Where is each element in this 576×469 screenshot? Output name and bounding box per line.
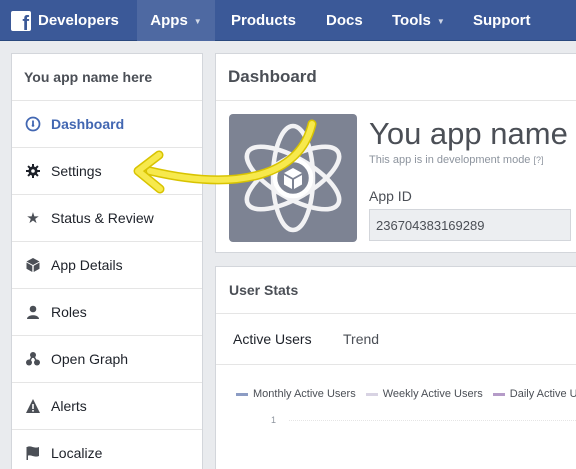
dashboard-panel: Dashboard You app name This app is in de… [215,53,576,253]
nav-support-link[interactable]: Support [473,0,531,41]
chart-gridline [289,420,576,421]
sidebar-item-label: Dashboard [51,116,125,132]
development-mode-notice: This app is in development mode [?] [369,154,544,166]
legend-label: Monthly Active Users [253,388,356,400]
chevron-down-icon: ▼ [193,17,202,26]
nav-products-link[interactable]: Products [231,0,296,41]
nav-products-label: Products [231,12,297,29]
sidebar-item-open-graph[interactable]: Open Graph [12,336,202,383]
dashboard-gauge-icon [24,115,42,133]
app-title: You app name [369,116,568,151]
cube-icon [24,256,42,274]
warning-icon [24,397,42,415]
sidebar-item-roles[interactable]: Roles [12,289,202,336]
gear-icon [24,162,42,180]
help-link[interactable]: [?] [534,155,544,165]
sidebar-app-name: You app name here [12,54,202,101]
user-stats-heading: User Stats [216,267,576,314]
legend-label: Weekly Active Users [382,388,483,400]
user-stats-panel: User Stats Active Users Trend Monthly Ac… [215,266,576,469]
sidebar-item-label: Localize [51,445,103,461]
sidebar-item-label: Open Graph [51,351,129,367]
tab-trend[interactable]: Trend [343,331,379,347]
legend-item-monthly[interactable]: Monthly Active Users [236,388,356,400]
nav-apps-menu[interactable]: Apps ▼ [137,0,215,41]
tab-active-users[interactable]: Active Users [233,331,312,347]
sidebar-item-label: Roles [51,304,87,320]
legend-item-weekly[interactable]: Weekly Active Users [365,388,483,400]
dashboard-heading: Dashboard [216,54,576,101]
app-icon-image [229,114,357,242]
legend-swatch [365,392,378,396]
nav-docs-label: Docs [326,12,363,29]
dev-mode-text: This app is in development mode [369,154,531,166]
star-icon: ★ [26,210,40,227]
legend-label: Daily Active Us [509,388,576,400]
sidebar-item-settings[interactable]: Settings [12,148,202,195]
sidebar-item-alerts[interactable]: Alerts [12,383,202,430]
sidebar-item-localize[interactable]: Localize [12,430,202,469]
sidebar-item-label: Status & Review [51,210,154,226]
graph-nodes-icon [24,350,42,368]
chevron-down-icon: ▼ [436,17,445,26]
nav-tools-menu[interactable]: Tools ▼ [392,0,445,41]
app-id-field[interactable]: 236704383169289 [369,209,571,241]
legend-item-daily[interactable]: Daily Active Us [492,388,576,400]
app-id-label: App ID [369,188,412,204]
sidebar-item-label: Alerts [51,398,87,414]
nav-docs-link[interactable]: Docs [326,0,363,41]
sidebar-item-app-details[interactable]: App Details [12,242,202,289]
chart-legend: Monthly Active Users Weekly Active Users… [236,388,576,400]
app-sidebar: You app name here Dashboard Settings ★ S… [11,53,203,469]
sidebar-item-status-review[interactable]: ★ Status & Review [12,195,202,242]
sidebar-item-label: App Details [51,257,123,273]
y-axis-tick-label: 1 [271,415,277,425]
user-stats-tabs: Active Users Trend [216,315,576,365]
person-icon [24,303,42,321]
nav-support-label: Support [473,12,531,29]
legend-swatch [492,392,505,396]
nav-apps-label: Apps [150,12,188,29]
legend-swatch [236,392,248,396]
top-navigation-bar: f Developers Apps ▼ Products Docs Tools … [0,0,576,41]
sidebar-item-dashboard[interactable]: Dashboard [12,101,202,148]
brand-label: Developers [38,12,119,29]
atom-icon [244,123,342,233]
sidebar-item-label: Settings [51,163,102,179]
nav-tools-label: Tools [392,12,431,29]
developers-brand-link[interactable]: f Developers [11,0,119,41]
flag-icon [24,444,42,462]
facebook-logo-icon: f [11,10,31,31]
